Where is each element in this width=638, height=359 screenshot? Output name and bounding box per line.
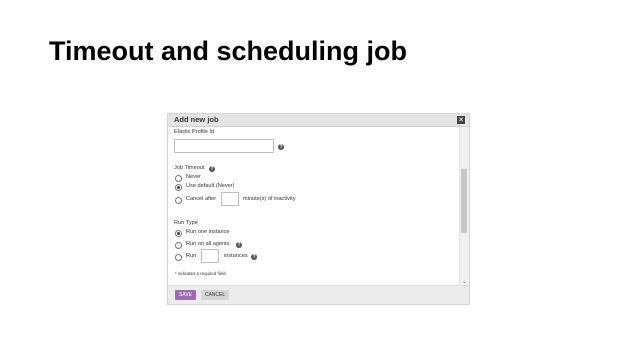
chevron-down-icon[interactable]: ⌄ <box>460 278 469 285</box>
run-instances-radio[interactable] <box>175 254 182 261</box>
elastic-profile-input[interactable] <box>174 139 274 153</box>
run-type-label: Run Type <box>174 220 198 226</box>
cancel-after-suffix: minute(s) of inactivity <box>243 196 296 202</box>
job-timeout-label: Job Timeout <box>174 165 205 171</box>
dialog-footer: SAVE CANCEL <box>168 285 469 304</box>
timeout-cancel-after-label: Cancel after <box>186 196 217 202</box>
timeout-default-label: Use default (Never) <box>186 183 235 189</box>
dialog-header: Add new job ✕ <box>168 114 469 127</box>
timeout-cancel-after-radio[interactable] <box>175 197 182 204</box>
run-all-agents-help-icon[interactable]: ? <box>236 242 242 248</box>
cancel-button[interactable]: CANCEL <box>201 290 229 300</box>
job-timeout-help-icon[interactable]: ? <box>209 166 215 172</box>
required-note-text: indicates a required field <box>177 271 226 276</box>
timeout-default-radio[interactable] <box>175 184 182 191</box>
dialog-body: Elastic Profile Id ? Job Timeout ? Never… <box>168 127 460 287</box>
scrollbar-thumb[interactable] <box>461 169 467 233</box>
instances-count-input[interactable] <box>201 249 219 263</box>
run-instances-label: Run <box>186 253 197 259</box>
save-button[interactable]: SAVE <box>175 290 196 300</box>
run-all-agents-radio[interactable] <box>175 242 182 249</box>
add-job-dialog: Add new job ✕ Elastic Profile Id ? Job T… <box>167 113 470 305</box>
run-all-agents-label: Run on all agents <box>186 241 230 247</box>
elastic-profile-label: Elastic Profile Id <box>174 129 215 135</box>
elastic-profile-help-icon[interactable]: ? <box>278 144 284 150</box>
instances-help-icon[interactable]: ? <box>251 254 257 260</box>
dialog-scrollbar[interactable]: ⌄ <box>459 127 469 287</box>
slide-title: Timeout and scheduling job <box>49 36 408 66</box>
run-one-instance-label: Run one instance <box>186 229 230 235</box>
required-field-note: * indicates a required field <box>175 271 226 276</box>
instances-suffix: instances <box>224 253 248 259</box>
required-star: * <box>175 271 177 276</box>
run-one-instance-radio[interactable] <box>175 230 182 237</box>
timeout-never-radio[interactable] <box>175 175 182 182</box>
close-icon[interactable]: ✕ <box>457 116 465 124</box>
cancel-after-minutes-input[interactable] <box>221 192 239 206</box>
timeout-never-label: Never <box>186 174 201 180</box>
dialog-title: Add new job <box>174 115 219 124</box>
